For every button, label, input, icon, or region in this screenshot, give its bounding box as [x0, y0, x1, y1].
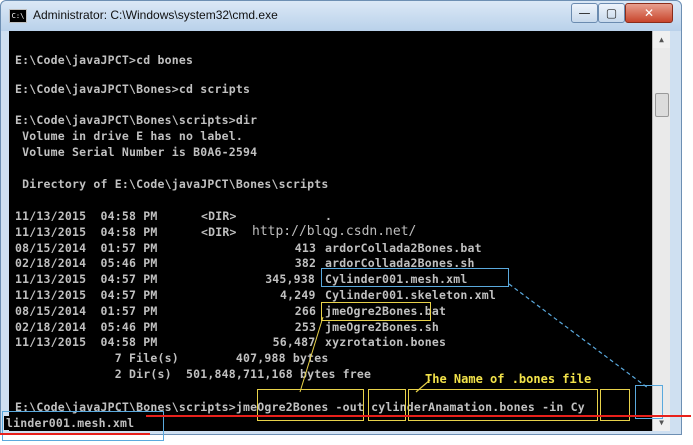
- annotation-arrows: [299, 283, 649, 393]
- bat-pointer: [299, 316, 324, 393]
- note-pointer: [415, 379, 431, 393]
- dashed-connector: [508, 283, 649, 389]
